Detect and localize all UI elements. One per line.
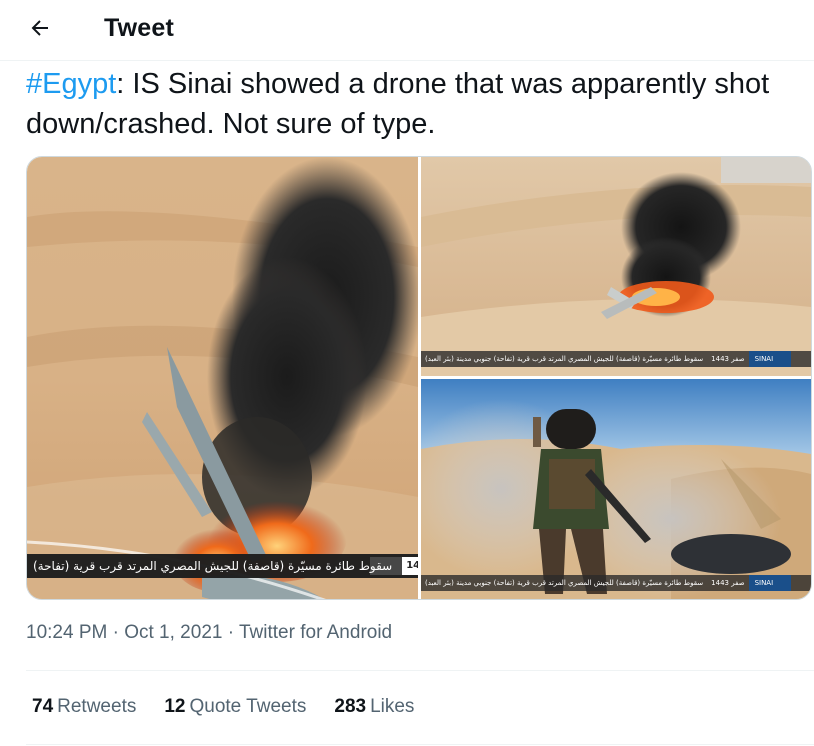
tweet-photo-2[interactable]: SINAI صفر 1443 سقوط طائرة مسيّرة (قاصفة)…	[421, 157, 811, 376]
tweet-body: : IS Sinai showed a drone that was appar…	[26, 68, 770, 140]
tweet-date[interactable]: Oct 1, 2021	[124, 622, 222, 643]
tweet-photo-1[interactable]: 1443 صفر سقوط طائرة مسيّرة (قاصفة) للجيش…	[27, 157, 418, 599]
fighter-with-drone-image	[421, 379, 811, 599]
quote-tweets-stat[interactable]: 12 Quote Tweets	[164, 696, 306, 718]
tweet-time[interactable]: 10:24 PM	[26, 622, 107, 643]
hashtag-link[interactable]: #Egypt	[26, 68, 116, 100]
divider	[26, 670, 814, 671]
caption-text: سقوط طائرة مسيّرة (قاصفة) للجيش المصري ا…	[33, 559, 393, 573]
photo-date-badge: صفر 1443	[711, 579, 745, 587]
arrow-left-icon	[28, 16, 52, 45]
tweet-source[interactable]: Twitter for Android	[239, 622, 392, 643]
caption-text: سقوط طائرة مسيّرة (قاصفة) للجيش المصري ا…	[425, 579, 704, 587]
province-label: SINAI	[748, 351, 780, 367]
quote-tweets-count: 12	[164, 696, 186, 717]
retweets-count: 74	[32, 696, 54, 717]
drone-burning-image	[421, 157, 811, 376]
photo-caption: 1443 صفر سقوط طائرة مسيّرة (قاصفة) للجيش…	[27, 554, 418, 578]
quote-tweets-label: Quote Tweets	[189, 696, 307, 717]
photo-date-badge: صفر 1443	[711, 355, 745, 363]
photo-caption: SINAI صفر 1443 سقوط طائرة مسيّرة (قاصفة)…	[421, 351, 811, 367]
drone-crash-image	[27, 157, 418, 599]
page-header: Tweet	[0, 0, 814, 61]
page-title: Tweet	[104, 14, 174, 42]
likes-stat[interactable]: 283 Likes	[334, 696, 414, 718]
likes-count: 283	[334, 696, 367, 717]
tweet-text: #Egypt: IS Sinai showed a drone that was…	[26, 64, 796, 144]
retweets-label: Retweets	[57, 696, 137, 717]
retweets-stat[interactable]: 74 Retweets	[32, 696, 136, 718]
likes-label: Likes	[370, 696, 415, 717]
caption-text: سقوط طائرة مسيّرة (قاصفة) للجيش المصري ا…	[425, 355, 704, 363]
tweet-photo-3[interactable]: SINAI صفر 1443 سقوط طائرة مسيّرة (قاصفة)…	[421, 379, 811, 599]
meta-separator: ·	[227, 622, 235, 643]
photo-date-badge: 1443 صفر	[402, 557, 418, 575]
meta-separator: ·	[112, 622, 119, 643]
province-label: SINAI	[748, 575, 780, 591]
media-grid: 1443 صفر سقوط طائرة مسيّرة (قاصفة) للجيش…	[26, 156, 812, 600]
photo-caption: SINAI صفر 1443 سقوط طائرة مسيّرة (قاصفة)…	[421, 575, 811, 591]
tweet-stats: 74 Retweets 12 Quote Tweets 283 Likes	[32, 696, 414, 718]
back-button[interactable]	[20, 10, 60, 50]
divider	[26, 744, 814, 745]
tweet-meta: 10:24 PM · Oct 1, 2021 · Twitter for And…	[26, 622, 392, 644]
